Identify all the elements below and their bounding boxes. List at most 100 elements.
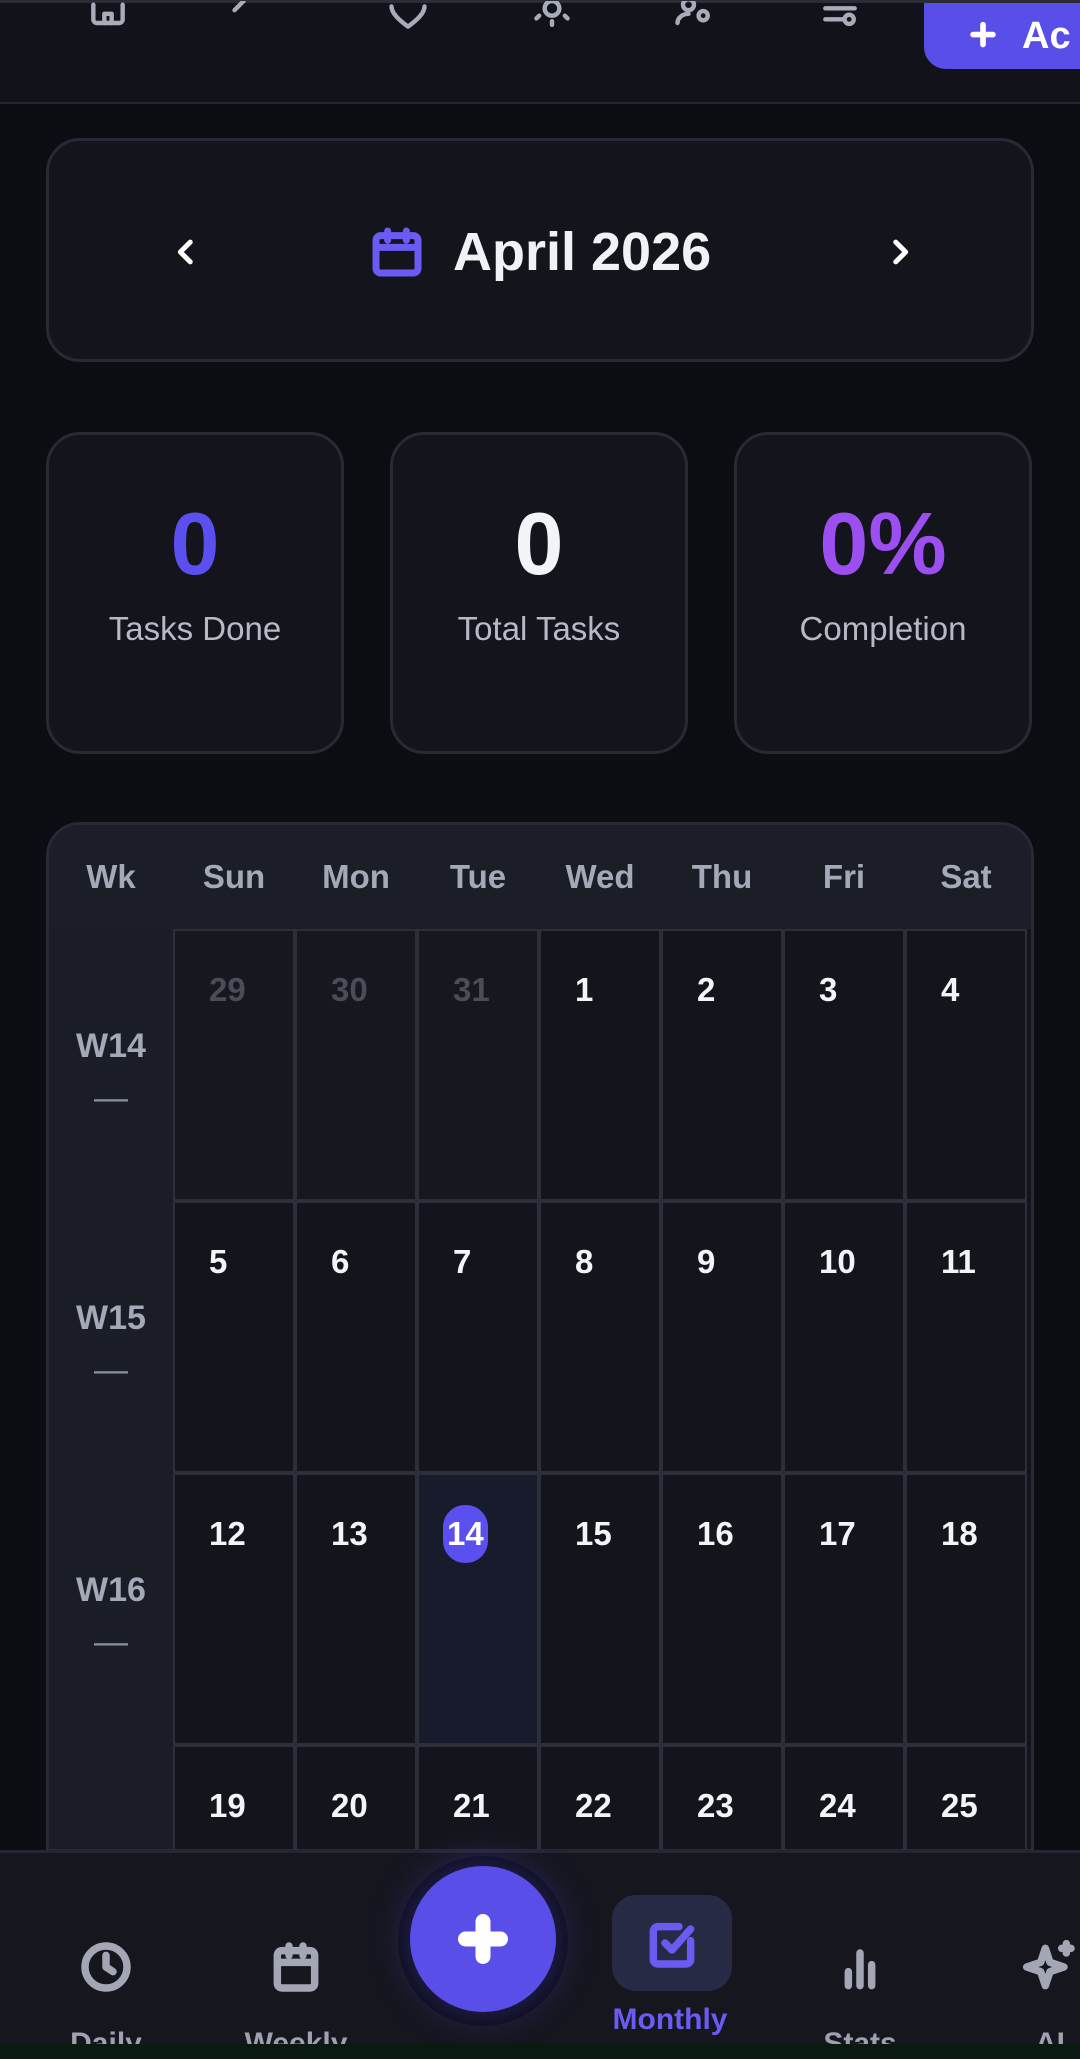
stat-card-tasks-done: 0 Tasks Done (46, 432, 344, 754)
day-number: 15 (575, 1515, 612, 1552)
day-number: 22 (575, 1787, 612, 1824)
day-cell[interactable]: 9 (661, 1201, 783, 1473)
header-sun: Sun (202, 858, 266, 895)
stat-value: 0 (514, 494, 564, 593)
day-cell[interactable]: 20 (295, 1745, 417, 1849)
day-number: 4 (941, 971, 960, 1008)
month-calendar: Wk Sun Mon Tue Wed Thu Fri Sat W14 — W15… (46, 822, 1034, 1852)
day-cell[interactable]: 30 (295, 929, 417, 1201)
plus-icon (458, 1914, 508, 1964)
day-cell[interactable]: 22 (539, 1745, 661, 1849)
next-month-button[interactable] (875, 227, 925, 277)
today-badge: 14 (443, 1505, 488, 1563)
sparkles-icon (1022, 1939, 1075, 1990)
day-cell[interactable]: 4 (905, 929, 1027, 1201)
day-number: 8 (575, 1243, 594, 1280)
day-cell[interactable]: 3 (783, 929, 905, 1201)
calendar-header-row: Wk Sun Mon Tue Wed Thu Fri Sat (49, 825, 1031, 929)
day-number: 1 (575, 971, 594, 1008)
day-cell[interactable]: 1 (539, 929, 661, 1201)
day-number: 11 (941, 1243, 976, 1280)
calendar-icon (372, 227, 422, 277)
day-cell[interactable]: 5 (173, 1201, 295, 1473)
header-sat: Sat (940, 858, 992, 895)
header-wed: Wed (565, 858, 635, 895)
day-number: 16 (697, 1515, 734, 1552)
day-number: 3 (819, 971, 838, 1008)
day-number: 30 (331, 971, 368, 1008)
month-title: April 2026 (369, 211, 711, 293)
header-tue: Tue (449, 858, 507, 895)
header-week: Wk (86, 858, 136, 895)
stat-value: 0% (819, 494, 947, 593)
day-cell[interactable]: 29 (173, 929, 295, 1201)
stat-label: Tasks Done (108, 610, 282, 647)
day-cell[interactable]: 2 (661, 929, 783, 1201)
heart-icon[interactable] (380, 3, 436, 43)
bar-chart-icon (844, 1949, 876, 1990)
day-number: 14 (419, 1505, 539, 1563)
day-cell[interactable]: 17 (783, 1473, 905, 1745)
day-cell[interactable]: 21 (417, 1745, 539, 1849)
week-label: W16 (76, 1571, 146, 1609)
home-icon[interactable] (80, 2, 136, 43)
week-number-column: W14 — W15 — W16 — W17 (49, 929, 173, 1849)
day-cell[interactable]: 7 (417, 1201, 539, 1473)
top-toolbar: Ac (0, 0, 1080, 104)
day-number: 9 (697, 1243, 716, 1280)
nav-weekly[interactable]: Weekly (216, 1853, 376, 2059)
day-cell[interactable]: 31 (417, 929, 539, 1201)
prev-month-button[interactable] (161, 227, 211, 277)
day-number: 6 (331, 1243, 350, 1280)
day-cell-today[interactable]: 14 (417, 1473, 539, 1745)
day-cell[interactable]: 18 (905, 1473, 1027, 1745)
day-number: 7 (453, 1243, 472, 1280)
day-cell[interactable]: 11 (905, 1201, 1027, 1473)
system-bottom-strip (0, 2044, 1080, 2059)
nav-daily[interactable]: Daily (26, 1853, 186, 2059)
day-number: 2 (697, 971, 716, 1008)
stat-card-total-tasks: 0 Total Tasks (390, 432, 688, 754)
add-fab-button[interactable] (410, 1866, 556, 2012)
stat-card-completion: 0% Completion (734, 432, 1032, 754)
day-cell[interactable]: 23 (661, 1745, 783, 1849)
chevron-right-icon (893, 239, 909, 265)
day-number: 13 (331, 1515, 368, 1552)
nav-ai[interactable]: AI (970, 1853, 1080, 2059)
nav-monthly[interactable]: Monthly (590, 1853, 750, 2059)
day-number: 12 (209, 1515, 246, 1552)
app-screen: Ac April 2026 0 Tasks Done 0 Total Tasks… (0, 0, 1080, 2059)
day-cell[interactable]: 13 (295, 1473, 417, 1745)
day-cell[interactable]: 19 (173, 1745, 295, 1849)
clock-icon (81, 1942, 131, 1992)
month-title-text: April 2026 (453, 222, 712, 282)
day-cell[interactable]: 16 (661, 1473, 783, 1745)
day-number: 31 (453, 971, 490, 1008)
day-number: 5 (209, 1243, 228, 1280)
stat-value: 0 (170, 494, 220, 593)
week-label: W15 (76, 1299, 146, 1337)
day-cell[interactable]: 24 (783, 1745, 905, 1849)
day-number: 21 (453, 1787, 490, 1824)
day-cell[interactable]: 15 (539, 1473, 661, 1745)
day-cell[interactable]: 25 (905, 1745, 1027, 1849)
nav-stats[interactable]: Stats (780, 1853, 940, 2059)
add-task-label: Ac (1022, 14, 1071, 57)
user-settings-icon[interactable] (666, 1, 722, 43)
day-number: 23 (697, 1787, 734, 1824)
back-icon[interactable] (212, 1, 268, 43)
day-cell[interactable]: 6 (295, 1201, 417, 1473)
week-task-count: — (94, 1623, 128, 1661)
sun-icon[interactable] (524, 1, 580, 43)
day-number: 19 (209, 1787, 246, 1824)
day-number: 20 (331, 1787, 368, 1824)
week-task-count: — (94, 1079, 128, 1117)
day-cell[interactable]: 12 (173, 1473, 295, 1745)
check-square-icon (649, 1922, 695, 1968)
day-cell[interactable]: 8 (539, 1201, 661, 1473)
month-header-card: April 2026 (46, 138, 1034, 362)
header-mon: Mon (322, 858, 390, 895)
add-task-button[interactable]: Ac (924, 3, 1080, 69)
sliders-icon[interactable] (812, 3, 868, 43)
day-cell[interactable]: 10 (783, 1201, 905, 1473)
